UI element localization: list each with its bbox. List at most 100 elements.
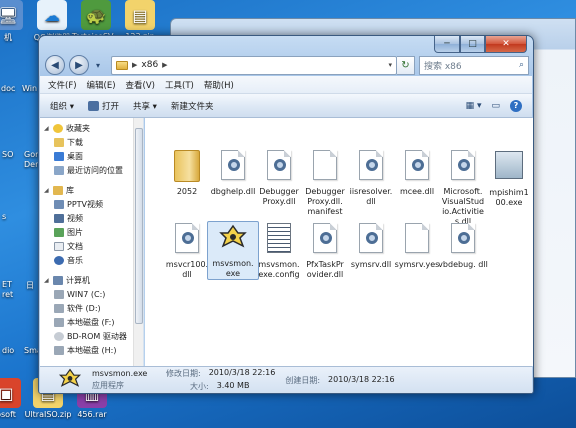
desktop-edge-label[interactable]: 日 xyxy=(26,280,34,291)
breadcrumb-separator-icon[interactable]: ▶ xyxy=(132,61,137,69)
drive-icon xyxy=(54,346,64,355)
dll-file-icon xyxy=(405,150,429,180)
desktop-edge-label[interactable]: s xyxy=(2,212,6,221)
drive-icon xyxy=(54,290,64,299)
close-button[interactable]: ✕ xyxy=(485,36,527,53)
details-file-name: msvsmon.exe xyxy=(92,369,148,378)
file-item-iisresolver[interactable]: iisresolver. dll xyxy=(345,148,397,207)
address-bar[interactable]: ▶ x86 ▶ ▾ xyxy=(111,55,397,75)
config-file-icon xyxy=(267,223,291,253)
file-item-symsrv-yes[interactable]: symsrv.yes xyxy=(391,221,443,270)
back-button[interactable]: ◀ xyxy=(45,55,65,75)
breadcrumb-separator-icon[interactable]: ▶ xyxy=(162,61,167,69)
dll-file-icon xyxy=(175,223,199,253)
nav-item-videos[interactable]: 视频 xyxy=(54,212,143,225)
desktop-edge-label[interactable]: doc xyxy=(1,84,15,93)
new-folder-button[interactable]: 新建文件夹 xyxy=(171,100,214,112)
breadcrumb-x86[interactable]: x86 xyxy=(141,60,158,70)
details-pane: msvsmon.exe 应用程序 修改日期: 2010/3/18 22:16 大… xyxy=(40,366,532,393)
nav-item-drive-c[interactable]: WIN7 (C:) xyxy=(54,288,143,301)
explorer-window[interactable]: ─ □ ✕ ◀ ▶ ▾ ▶ x86 ▶ ▾ ↻ 搜索 x86 ⌕ 文件(F) 编… xyxy=(38,35,534,394)
dll-file-icon xyxy=(451,150,475,180)
nav-scrollbar-thumb[interactable] xyxy=(135,128,143,324)
back-arrow-icon: ◀ xyxy=(51,59,59,71)
menu-edit[interactable]: 编辑(E) xyxy=(87,79,116,91)
nav-item-desktop[interactable]: 桌面 xyxy=(54,150,143,163)
exe-file-icon xyxy=(495,151,523,179)
file-item-vbdebug[interactable]: vbdebug. dll xyxy=(437,221,489,270)
refresh-button[interactable]: ↻ xyxy=(397,55,415,75)
desktop-edge-label[interactable]: dio xyxy=(2,346,14,355)
zip-icon: ▤ xyxy=(125,0,155,30)
address-dropdown-icon[interactable]: ▾ xyxy=(388,61,392,69)
nav-item-downloads[interactable]: 下载 xyxy=(54,136,143,149)
nav-scrollbar[interactable] xyxy=(133,118,143,366)
search-input[interactable]: 搜索 x86 ⌕ xyxy=(419,55,529,75)
computer-icon: 🖥 xyxy=(0,0,23,30)
details-file-type: 应用程序 xyxy=(92,381,124,390)
nav-item-bd-rom[interactable]: BD-ROM 驱动器 xyxy=(54,330,143,343)
menu-tools[interactable]: 工具(T) xyxy=(165,79,194,91)
msvsmon-icon xyxy=(58,368,82,387)
nav-item-drive-f[interactable]: 本地磁盘 (F:) xyxy=(54,316,143,329)
nav-item-music[interactable]: 音乐 xyxy=(54,254,143,267)
nav-item-drive-h[interactable]: 本地磁盘 (H:) xyxy=(54,344,143,357)
file-item-msvcr100[interactable]: msvcr100. dll xyxy=(161,221,213,280)
file-item-msvsmon-config[interactable]: msvsmon. exe.config xyxy=(253,221,305,280)
file-item-debuggerproxy[interactable]: Debugger Proxy.dll xyxy=(253,148,305,207)
nav-item-documents[interactable]: 文档 xyxy=(54,240,143,253)
optical-drive-icon xyxy=(54,332,64,341)
file-item-dbghelp[interactable]: dbghelp.dll xyxy=(207,148,259,197)
details-modified-value: 2010/3/18 22:16 xyxy=(208,368,276,377)
menu-bar: 文件(F) 编辑(E) 查看(V) 工具(T) 帮助(H) xyxy=(40,76,532,94)
share-button[interactable]: 共享 ▾ xyxy=(133,100,157,112)
file-item-pfxtaskprovider[interactable]: PfxTaskPr ovider.dll xyxy=(299,221,351,280)
open-button[interactable]: 打开 xyxy=(87,100,119,112)
recent-pages-dropdown[interactable]: ▾ xyxy=(93,61,103,70)
dll-file-icon xyxy=(313,223,337,253)
caption-buttons: ─ □ ✕ xyxy=(434,36,527,53)
nav-item-pptv[interactable]: PPTV视频 xyxy=(54,198,143,211)
file-list[interactable]: 2052 dbghelp.dll Debugger Proxy.dll Debu… xyxy=(145,118,533,366)
file-item-visualstudio-activities[interactable]: Microsoft. VisualStud io.Activitie s.dll xyxy=(437,148,489,227)
desktop-edge-label[interactable]: SO xyxy=(2,150,13,159)
nav-item-favorites[interactable]: ◢ 收藏夹 xyxy=(44,122,138,135)
maximize-button[interactable]: □ xyxy=(460,36,485,53)
forward-arrow-icon: ▶ xyxy=(75,59,83,71)
msvsmon-icon xyxy=(219,224,247,248)
help-icon[interactable]: ? xyxy=(510,99,522,112)
video-library-icon xyxy=(54,200,64,209)
desktop-edge-label[interactable]: ret xyxy=(2,290,13,299)
file-item-2052[interactable]: 2052 xyxy=(161,148,213,197)
app-icon: ▣ xyxy=(0,378,21,408)
preview-pane-icon[interactable]: ▭ xyxy=(491,101,500,111)
document-icon xyxy=(54,242,64,251)
file-item-debuggerproxy-manifest[interactable]: Debugger Proxy.dll. manifest xyxy=(299,148,351,217)
nav-item-recent[interactable]: 最近访问的位置 xyxy=(54,164,143,177)
file-item-mpishim100[interactable]: mpishim1 00.exe xyxy=(483,148,535,208)
desktop-edge-label[interactable]: ET xyxy=(2,280,12,289)
details-size-value: 3.40 MB xyxy=(216,381,250,390)
view-options-icon[interactable]: ▦ ▾ xyxy=(466,101,482,111)
desktop-icon xyxy=(54,152,64,161)
star-icon xyxy=(53,124,63,133)
organize-button[interactable]: 组织 ▾ xyxy=(50,100,74,112)
dll-file-icon xyxy=(221,150,245,180)
menu-file[interactable]: 文件(F) xyxy=(48,79,77,91)
file-item-symsrv-dll[interactable]: symsrv.dll xyxy=(345,221,397,270)
open-app-icon xyxy=(87,100,99,111)
details-created-label: 创建日期: xyxy=(285,375,321,385)
navigation-pane[interactable]: ◢ 收藏夹 下载 桌面 最近访问的位置 ◢ 库 PPTV视频 视频 图片 文档 … xyxy=(40,118,144,366)
forward-button[interactable]: ▶ xyxy=(69,55,89,75)
file-item-msvsmon-exe[interactable]: msvsmon. exe xyxy=(207,221,259,280)
nav-item-computer[interactable]: ◢ 计算机 xyxy=(44,274,138,287)
drive-icon xyxy=(54,304,64,313)
menu-help[interactable]: 帮助(H) xyxy=(204,79,234,91)
minimize-button[interactable]: ─ xyxy=(434,36,460,53)
menu-view[interactable]: 查看(V) xyxy=(126,79,155,91)
nav-item-drive-d[interactable]: 软件 (D:) xyxy=(54,302,143,315)
nav-item-pictures[interactable]: 图片 xyxy=(54,226,143,239)
desktop-edge-label[interactable]: Win xyxy=(22,84,37,93)
file-item-mcee[interactable]: mcee.dll xyxy=(391,148,443,197)
nav-item-libraries[interactable]: ◢ 库 xyxy=(44,184,138,197)
